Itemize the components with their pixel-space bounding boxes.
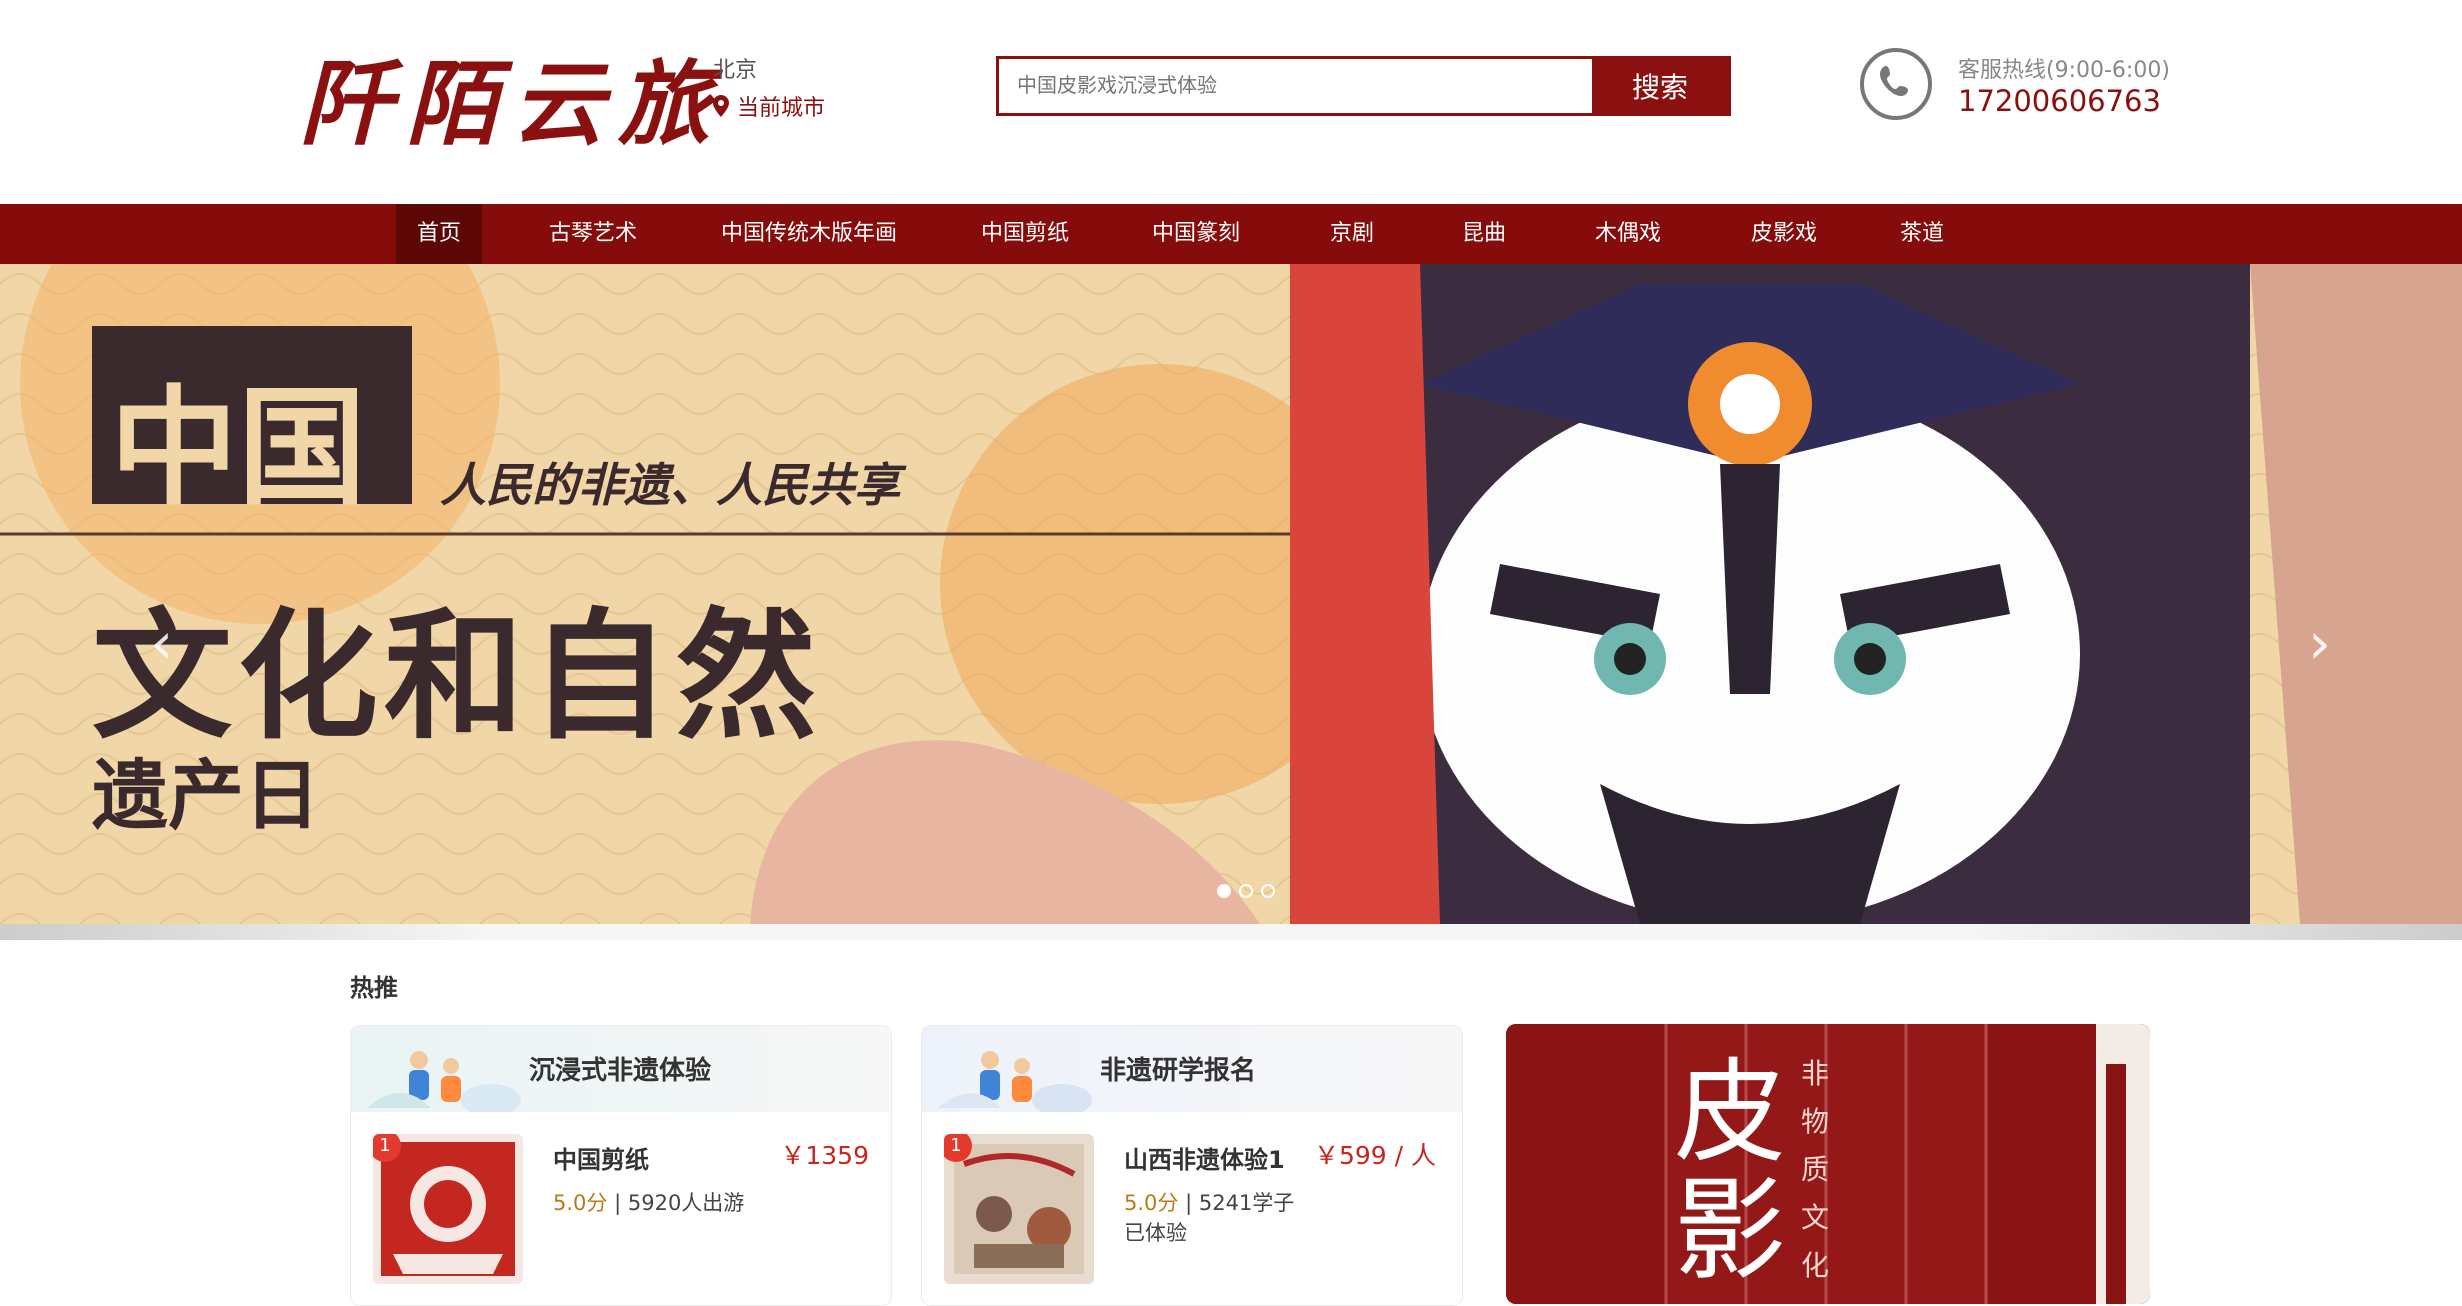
item-stats: 5920人出游 (627, 1191, 745, 1215)
nav-item-papercut[interactable]: 中国剪纸 (966, 204, 1084, 264)
hot-card[interactable]: 沉浸式非遗体验 1 中国剪纸 ￥1359 5.0分 | 5920人出游 (350, 1025, 892, 1306)
item-price: ￥599 / 人 (1313, 1141, 1436, 1170)
poster-big-text: 皮影 (1674, 1048, 1786, 1296)
main-nav: 首页 古琴艺术 中国传统木版年画 中国剪纸 中国篆刻 京剧 昆曲 木偶戏 皮影戏… (0, 204, 2462, 264)
current-city-label: 当前城市 (737, 96, 826, 121)
rating-separator: | (1185, 1191, 1199, 1215)
rating-separator: | (614, 1191, 628, 1215)
carousel-dot[interactable] (1239, 884, 1253, 898)
item-thumbnail[interactable]: 1 (373, 1134, 523, 1284)
location-pin-icon (713, 95, 729, 117)
feature-poster[interactable]: 皮影 非物质文化 (1506, 1024, 2150, 1304)
hotline-number[interactable]: 17200606763 (1958, 84, 2161, 118)
hotline-label: 客服热线(9:00-6:00) (1958, 58, 2170, 83)
item-name[interactable]: 山西非遗体验1 (1124, 1140, 1285, 1175)
banner-slogan: 人民的非遗、人民共享 (440, 458, 900, 512)
nav-item-home[interactable]: 首页 (396, 204, 482, 264)
banner-title-sub: 遗产日 (92, 751, 320, 840)
nav-item-tea[interactable]: 茶道 (1892, 204, 1952, 264)
card-header-title: 沉浸式非遗体验 (529, 1056, 712, 1086)
card-header-title: 非遗研学报名 (1100, 1056, 1257, 1086)
card-header: 非遗研学报名 (922, 1026, 1462, 1112)
nav-item-woodblock[interactable]: 中国传统木版年画 (712, 204, 906, 264)
nav-item-guqin[interactable]: 古琴艺术 (530, 204, 656, 264)
chevron-left-icon: ‹ (150, 609, 174, 677)
hot-section-title: 热推 (350, 974, 398, 1002)
item-score: 5.0分 (553, 1191, 608, 1215)
search-bar: 搜索 (996, 56, 1731, 116)
travelers-illustration (938, 1051, 1092, 1112)
city-name[interactable]: 北京 (713, 52, 757, 84)
nav-item-seal[interactable]: 中国篆刻 (1136, 204, 1256, 264)
search-button[interactable]: 搜索 (1592, 59, 1728, 113)
item-score: 5.0分 (1124, 1191, 1179, 1215)
current-city-selector[interactable]: 当前城市 (713, 90, 825, 122)
site-logo[interactable]: 阡陌云旅 (300, 30, 724, 158)
hot-card[interactable]: 非遗研学报名 1 山西非遗体验1 ￥599 / 人 5.0分 | 5241学子已… (921, 1025, 1463, 1306)
site-header: 阡陌云旅 北京 当前城市 搜索 客服热线(9:00-6:00) 17200606… (0, 0, 2462, 204)
card-header: 沉浸式非遗体验 (351, 1026, 891, 1112)
item-rating: 5.0分 | 5241学子已体验 (1124, 1188, 1314, 1248)
search-input[interactable] (999, 59, 1592, 113)
logo-text: 阡陌云旅 (300, 50, 725, 158)
item-name[interactable]: 中国剪纸 (553, 1140, 649, 1175)
nav-item-puppet[interactable]: 木偶戏 (1580, 204, 1676, 264)
carousel-prev-button[interactable]: ‹ (150, 609, 173, 677)
nav-item-peking-opera[interactable]: 京剧 (1316, 204, 1388, 264)
carousel-indicators (1217, 884, 1275, 898)
section-divider (0, 924, 2462, 940)
banner-title-top: 中国 (110, 374, 367, 523)
phone-icon (1860, 48, 1932, 120)
chevron-right-icon: › (2308, 609, 2332, 677)
item-thumbnail[interactable]: 1 (944, 1134, 1094, 1284)
carousel-dot[interactable] (1261, 884, 1275, 898)
nav-item-kunqu[interactable]: 昆曲 (1448, 204, 1520, 264)
poster-vertical-text: 非物质文化 (1801, 1057, 1830, 1282)
hero-carousel[interactable]: 中国 人民的非遗、人民共享 文化和自然 遗产日 ‹ › (0, 264, 2462, 924)
carousel-next-button[interactable]: › (2308, 609, 2331, 677)
carousel-dot[interactable] (1217, 884, 1231, 898)
travelers-illustration (367, 1051, 521, 1112)
item-price: ￥1359 (780, 1141, 869, 1170)
item-rating: 5.0分 | 5920人出游 (553, 1188, 813, 1218)
nav-item-shadow-play[interactable]: 皮影戏 (1736, 204, 1832, 264)
